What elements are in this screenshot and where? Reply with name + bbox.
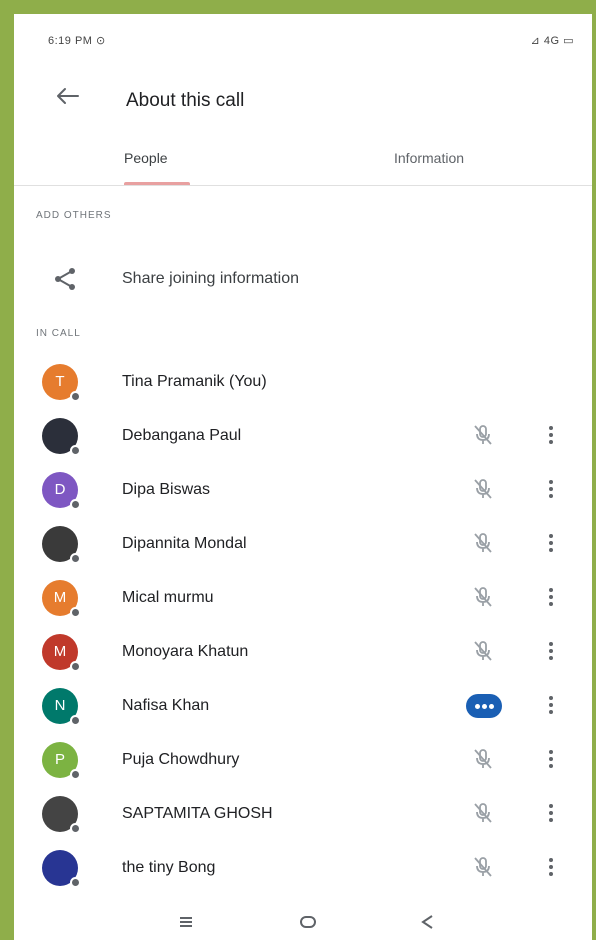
participant-row[interactable]: P Puja Chowdhury — [14, 732, 592, 786]
phone-screen: 6:19 PM ⊙ ⊿ 4G ▭ About this call People … — [14, 14, 592, 940]
participant-name: the tiny Bong — [122, 859, 216, 876]
participant-row[interactable]: the tiny Bong — [14, 840, 592, 894]
participant-name: Puja Chowdhury — [122, 751, 240, 768]
participant-name: Dipa Biswas — [122, 481, 211, 498]
in-call-section-label: IN CALL — [36, 328, 81, 339]
app-bar: About this call — [14, 76, 592, 116]
presence-dot-icon — [70, 823, 81, 834]
avatar — [42, 796, 81, 834]
avatar: T — [42, 364, 81, 402]
home-icon[interactable] — [296, 910, 320, 934]
avatar — [42, 850, 81, 888]
share-icon — [55, 268, 75, 290]
participant-name: Mical murmu — [122, 589, 214, 606]
presence-dot-icon — [70, 499, 81, 510]
mic-off-icon[interactable] — [470, 800, 496, 826]
more-options-icon[interactable] — [544, 853, 558, 881]
mic-off-icon[interactable] — [470, 746, 496, 772]
more-options-icon[interactable] — [544, 421, 558, 449]
more-options-icon[interactable] — [544, 691, 558, 719]
avatar: N — [42, 688, 81, 726]
speaking-indicator-icon — [466, 694, 502, 718]
participant-name: Tina Pramanik (You) — [122, 373, 267, 390]
participant-row[interactable]: M Mical murmu — [14, 570, 592, 624]
system-nav-bar — [14, 904, 592, 940]
back-nav-icon[interactable] — [416, 910, 440, 934]
recent-apps-icon[interactable] — [174, 910, 198, 934]
share-joining-info-label: Share joining information — [122, 270, 299, 287]
presence-dot-icon — [70, 877, 81, 888]
participant-row[interactable]: T Tina Pramanik (You) — [14, 354, 592, 408]
participant-name: Nafisa Khan — [122, 697, 210, 714]
tab-people[interactable]: People — [124, 150, 168, 166]
status-time: 6:19 PM ⊙ — [48, 35, 106, 47]
participant-row[interactable]: Dipannita Mondal — [14, 516, 592, 570]
avatar — [42, 526, 81, 564]
presence-dot-icon — [70, 607, 81, 618]
participant-row[interactable]: Debangana Paul — [14, 408, 592, 462]
participant-row[interactable]: N Nafisa Khan — [14, 678, 592, 732]
presence-dot-icon — [70, 391, 81, 402]
mic-off-icon[interactable] — [470, 638, 496, 664]
share-joining-info-button[interactable]: Share joining information — [14, 252, 592, 304]
participant-name: Dipannita Mondal — [122, 535, 247, 552]
presence-dot-icon — [70, 553, 81, 564]
presence-dot-icon — [70, 661, 81, 672]
mic-off-icon[interactable] — [470, 476, 496, 502]
status-bar: 6:19 PM ⊙ ⊿ 4G ▭ — [14, 14, 592, 58]
participant-name: Debangana Paul — [122, 427, 242, 444]
avatar — [42, 418, 81, 456]
status-indicators: ⊿ 4G ▭ — [530, 35, 574, 47]
participant-row[interactable]: SAPTAMITA GHOSH — [14, 786, 592, 840]
tab-bar: People Information — [14, 140, 592, 186]
presence-dot-icon — [70, 445, 81, 456]
back-arrow-icon[interactable] — [52, 84, 82, 108]
more-options-icon[interactable] — [544, 475, 558, 503]
mic-off-icon[interactable] — [470, 530, 496, 556]
more-options-icon[interactable] — [544, 799, 558, 827]
participant-row[interactable]: D Dipa Biswas — [14, 462, 592, 516]
avatar: D — [42, 472, 81, 510]
participant-name: Monoyara Khatun — [122, 643, 249, 660]
mic-off-icon[interactable] — [470, 584, 496, 610]
page-title: About this call — [126, 90, 245, 111]
more-options-icon[interactable] — [544, 583, 558, 611]
mic-off-icon[interactable] — [470, 854, 496, 880]
tab-information[interactable]: Information — [394, 150, 464, 166]
presence-dot-icon — [70, 769, 81, 780]
avatar: M — [42, 580, 81, 618]
more-options-icon[interactable] — [544, 529, 558, 557]
more-options-icon[interactable] — [544, 637, 558, 665]
avatar: M — [42, 634, 81, 672]
avatar: P — [42, 742, 81, 780]
active-tab-indicator — [124, 182, 190, 185]
participant-name: SAPTAMITA GHOSH — [122, 805, 273, 822]
more-options-icon[interactable] — [544, 745, 558, 773]
mic-off-icon[interactable] — [470, 422, 496, 448]
participant-row[interactable]: M Monoyara Khatun — [14, 624, 592, 678]
add-others-section-label: ADD OTHERS — [36, 210, 112, 221]
presence-dot-icon — [70, 715, 81, 726]
